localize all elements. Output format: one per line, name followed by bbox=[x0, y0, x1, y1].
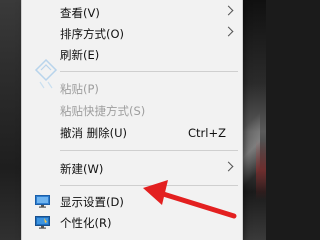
menu-item-label: 撤消 删除(U) bbox=[60, 126, 128, 140]
menu-separator bbox=[60, 150, 238, 151]
menu-item-display-settings[interactable]: 显示设置(D) bbox=[22, 192, 242, 212]
menu-item-label: 刷新(E) bbox=[60, 48, 100, 62]
menu-item-shortcut: Ctrl+Z bbox=[188, 126, 226, 140]
personalize-icon bbox=[35, 216, 50, 229]
menu-item-label: 查看(V) bbox=[60, 6, 100, 20]
menu-item-new[interactable]: 新建(W) bbox=[22, 159, 242, 179]
menu-item-view[interactable]: 查看(V) bbox=[22, 3, 242, 23]
menu-item-label: 新建(W) bbox=[60, 162, 104, 176]
menu-item-sort-by[interactable]: 排序方式(O) bbox=[22, 24, 242, 44]
menu-separator bbox=[60, 71, 238, 72]
menu-item-label: 个性化(R) bbox=[60, 216, 112, 230]
desktop-screenshot: 查看(V) 排序方式(O) 刷新(E) 粘贴(P) 粘贴快捷方式(S) 撤消 删… bbox=[0, 0, 266, 240]
desktop-wallpaper-left bbox=[0, 0, 22, 240]
menu-item-paste-shortcut: 粘贴快捷方式(S) bbox=[22, 101, 242, 121]
menu-item-label: 粘贴快捷方式(S) bbox=[60, 104, 146, 118]
chevron-right-icon bbox=[223, 26, 234, 37]
menu-item-label: 排序方式(O) bbox=[60, 27, 125, 41]
chevron-right-icon bbox=[223, 5, 234, 16]
menu-item-undo-delete[interactable]: 撤消 删除(U) Ctrl+Z bbox=[22, 123, 242, 143]
display-settings-icon bbox=[35, 195, 50, 208]
menu-item-paste: 粘贴(P) bbox=[22, 79, 242, 99]
chevron-right-icon bbox=[223, 161, 234, 172]
wallpaper-red-hint bbox=[256, 140, 266, 200]
menu-item-label: 显示设置(D) bbox=[60, 195, 124, 209]
menu-item-personalize[interactable]: 个性化(R) bbox=[22, 213, 242, 233]
menu-item-label: 粘贴(P) bbox=[60, 82, 99, 96]
desktop-context-menu: 查看(V) 排序方式(O) 刷新(E) 粘贴(P) 粘贴快捷方式(S) 撤消 删… bbox=[22, 0, 242, 240]
menu-separator bbox=[60, 185, 238, 186]
